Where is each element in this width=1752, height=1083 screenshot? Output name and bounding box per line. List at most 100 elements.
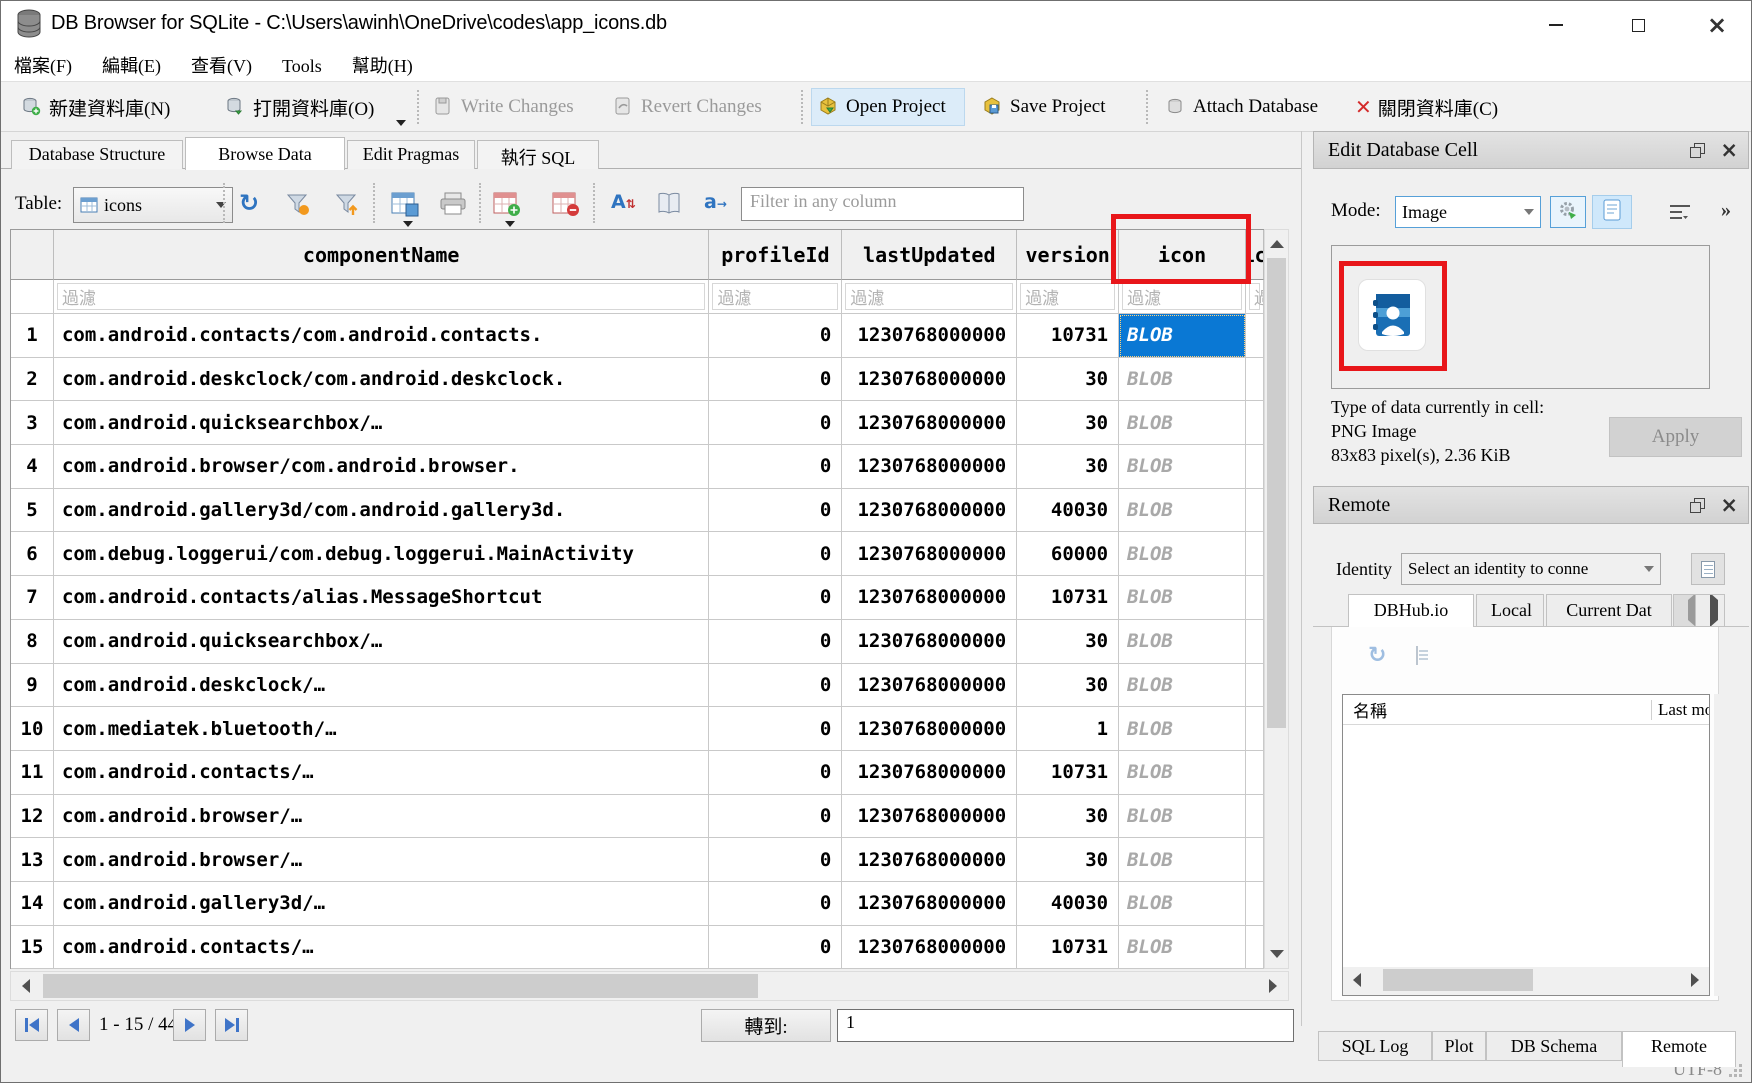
apply-button[interactable]: Apply: [1609, 417, 1742, 457]
row-number[interactable]: 12: [11, 795, 54, 839]
word-wrap-icon[interactable]: [1663, 197, 1697, 227]
cell-icon-blob[interactable]: BLOB: [1119, 489, 1246, 533]
scrollbar-thumb[interactable]: [43, 974, 758, 998]
cell-icon-blob[interactable]: BLOB: [1119, 664, 1246, 708]
float-panel-icon[interactable]: [1690, 498, 1704, 512]
scroll-up-icon[interactable]: [1265, 232, 1288, 256]
cell-profileId[interactable]: 0: [709, 489, 842, 533]
cell-componentName[interactable]: com.android.gallery3d/com.android.galler…: [54, 489, 709, 533]
menu-file[interactable]: 檔案(F): [1, 48, 85, 82]
filter-input-version[interactable]: 過濾: [1017, 280, 1119, 314]
insert-record-icon[interactable]: [493, 191, 521, 222]
name-column-header[interactable]: 名稱: [1343, 697, 1651, 722]
row-number[interactable]: 11: [11, 751, 54, 795]
cell-version[interactable]: 10731: [1017, 314, 1119, 358]
scroll-left-icon[interactable]: [13, 974, 39, 998]
row-number[interactable]: 10: [11, 707, 54, 751]
scroll-right-icon[interactable]: [1683, 969, 1707, 991]
previous-page-button[interactable]: [57, 1009, 90, 1041]
cell-profileId[interactable]: 0: [709, 532, 842, 576]
cell-icon-blob[interactable]: BLOB: [1119, 401, 1246, 445]
dock-tab-db-schema[interactable]: DB Schema: [1486, 1031, 1622, 1061]
cell-lastUpdated[interactable]: 1230768000000: [842, 664, 1017, 708]
cell-profileId[interactable]: 0: [709, 620, 842, 664]
cell-overflow[interactable]: [1246, 795, 1264, 839]
cell-profileId[interactable]: 0: [709, 576, 842, 620]
tab-execute-sql[interactable]: 執行 SQL: [477, 140, 599, 169]
cell-overflow[interactable]: [1246, 489, 1264, 533]
row-number[interactable]: 6: [11, 532, 54, 576]
delete-record-icon[interactable]: [552, 191, 580, 222]
open-database-dropdown-icon[interactable]: [396, 120, 406, 126]
column-header-profileId[interactable]: profileId: [709, 230, 842, 280]
encoding-icon[interactable]: a→: [704, 191, 727, 213]
cell-version[interactable]: 10731: [1017, 751, 1119, 795]
cell-version[interactable]: 30: [1017, 620, 1119, 664]
sort-font-icon[interactable]: A⇅: [611, 191, 636, 213]
cell-componentName[interactable]: com.android.quicksearchbox/…: [54, 620, 709, 664]
tab-browse-data[interactable]: Browse Data: [185, 137, 345, 170]
close-panel-icon[interactable]: ×: [1720, 495, 1738, 516]
cell-version[interactable]: 30: [1017, 838, 1119, 882]
cell-componentName[interactable]: com.debug.loggerui/com.debug.loggerui.Ma…: [54, 532, 709, 576]
insert-record-dropdown-icon[interactable]: [505, 221, 515, 227]
filter-input-ic[interactable]: 過濾: [1246, 280, 1264, 314]
cell-icon-blob[interactable]: BLOB: [1119, 445, 1246, 489]
scroll-left-icon[interactable]: [1345, 969, 1369, 991]
cell-version[interactable]: 10731: [1017, 926, 1119, 970]
cell-profileId[interactable]: 0: [709, 664, 842, 708]
tab-scroll-right-icon[interactable]: [1695, 594, 1725, 626]
attach-database-button[interactable]: Attach Database: [1159, 88, 1324, 126]
cell-lastUpdated[interactable]: 1230768000000: [842, 489, 1017, 533]
cell-icon-blob[interactable]: BLOB: [1119, 532, 1246, 576]
cell-profileId[interactable]: 0: [709, 795, 842, 839]
row-number[interactable]: 9: [11, 664, 54, 708]
filter-input-componentName[interactable]: 過濾: [54, 280, 709, 314]
row-number[interactable]: 2: [11, 358, 54, 402]
tab-local[interactable]: Local: [1476, 594, 1544, 626]
cell-componentName[interactable]: com.mediatek.bluetooth/…: [54, 707, 709, 751]
cell-componentName[interactable]: com.android.contacts/…: [54, 751, 709, 795]
panel-splitter[interactable]: [1301, 131, 1302, 1026]
cell-overflow[interactable]: [1246, 576, 1264, 620]
cell-lastUpdated[interactable]: 1230768000000: [842, 838, 1017, 882]
cell-profileId[interactable]: 0: [709, 401, 842, 445]
column-header-version[interactable]: version: [1017, 230, 1119, 280]
cell-icon-blob[interactable]: BLOB: [1119, 838, 1246, 882]
clear-filters-icon[interactable]: [285, 191, 311, 222]
last-modified-column-header[interactable]: Last mo: [1651, 700, 1709, 720]
tab-database-structure[interactable]: Database Structure: [11, 140, 183, 169]
goto-row-input[interactable]: 1: [837, 1009, 1294, 1042]
dock-tab-plot[interactable]: Plot: [1432, 1031, 1486, 1061]
cell-version[interactable]: 1: [1017, 707, 1119, 751]
last-page-button[interactable]: [215, 1009, 248, 1041]
filter-input-lastUpdated[interactable]: 過濾: [842, 280, 1017, 314]
cell-icon-blob[interactable]: BLOB: [1119, 620, 1246, 664]
cell-componentName[interactable]: com.android.browser/com.android.browser.: [54, 445, 709, 489]
save-project-button[interactable]: Save Project: [976, 88, 1112, 126]
dock-tab-remote[interactable]: Remote: [1622, 1031, 1736, 1067]
grid-corner[interactable]: [11, 230, 54, 280]
cell-lastUpdated[interactable]: 1230768000000: [842, 707, 1017, 751]
filter-input-profileId[interactable]: 過濾: [709, 280, 842, 314]
write-changes-button[interactable]: Write Changes: [427, 88, 580, 126]
cell-profileId[interactable]: 0: [709, 751, 842, 795]
row-number[interactable]: 7: [11, 576, 54, 620]
cell-lastUpdated[interactable]: 1230768000000: [842, 314, 1017, 358]
cell-profileId[interactable]: 0: [709, 882, 842, 926]
menu-help[interactable]: 幫助(H): [339, 48, 426, 82]
cell-overflow[interactable]: [1246, 314, 1264, 358]
cell-icon-blob[interactable]: BLOB: [1119, 707, 1246, 751]
cell-componentName[interactable]: com.android.browser/…: [54, 838, 709, 882]
maximize-button[interactable]: [1622, 10, 1654, 40]
next-page-button[interactable]: [173, 1009, 206, 1041]
cell-version[interactable]: 30: [1017, 664, 1119, 708]
open-project-button[interactable]: Open Project: [811, 88, 965, 126]
save-table-dropdown-icon[interactable]: [403, 221, 413, 227]
new-database-button[interactable]: 新建資料庫(N): [15, 88, 176, 126]
clone-database-button[interactable]: [1691, 553, 1725, 585]
row-number[interactable]: 3: [11, 401, 54, 445]
cell-lastUpdated[interactable]: 1230768000000: [842, 795, 1017, 839]
menu-view[interactable]: 查看(V): [178, 48, 265, 82]
first-page-button[interactable]: [15, 1009, 48, 1041]
